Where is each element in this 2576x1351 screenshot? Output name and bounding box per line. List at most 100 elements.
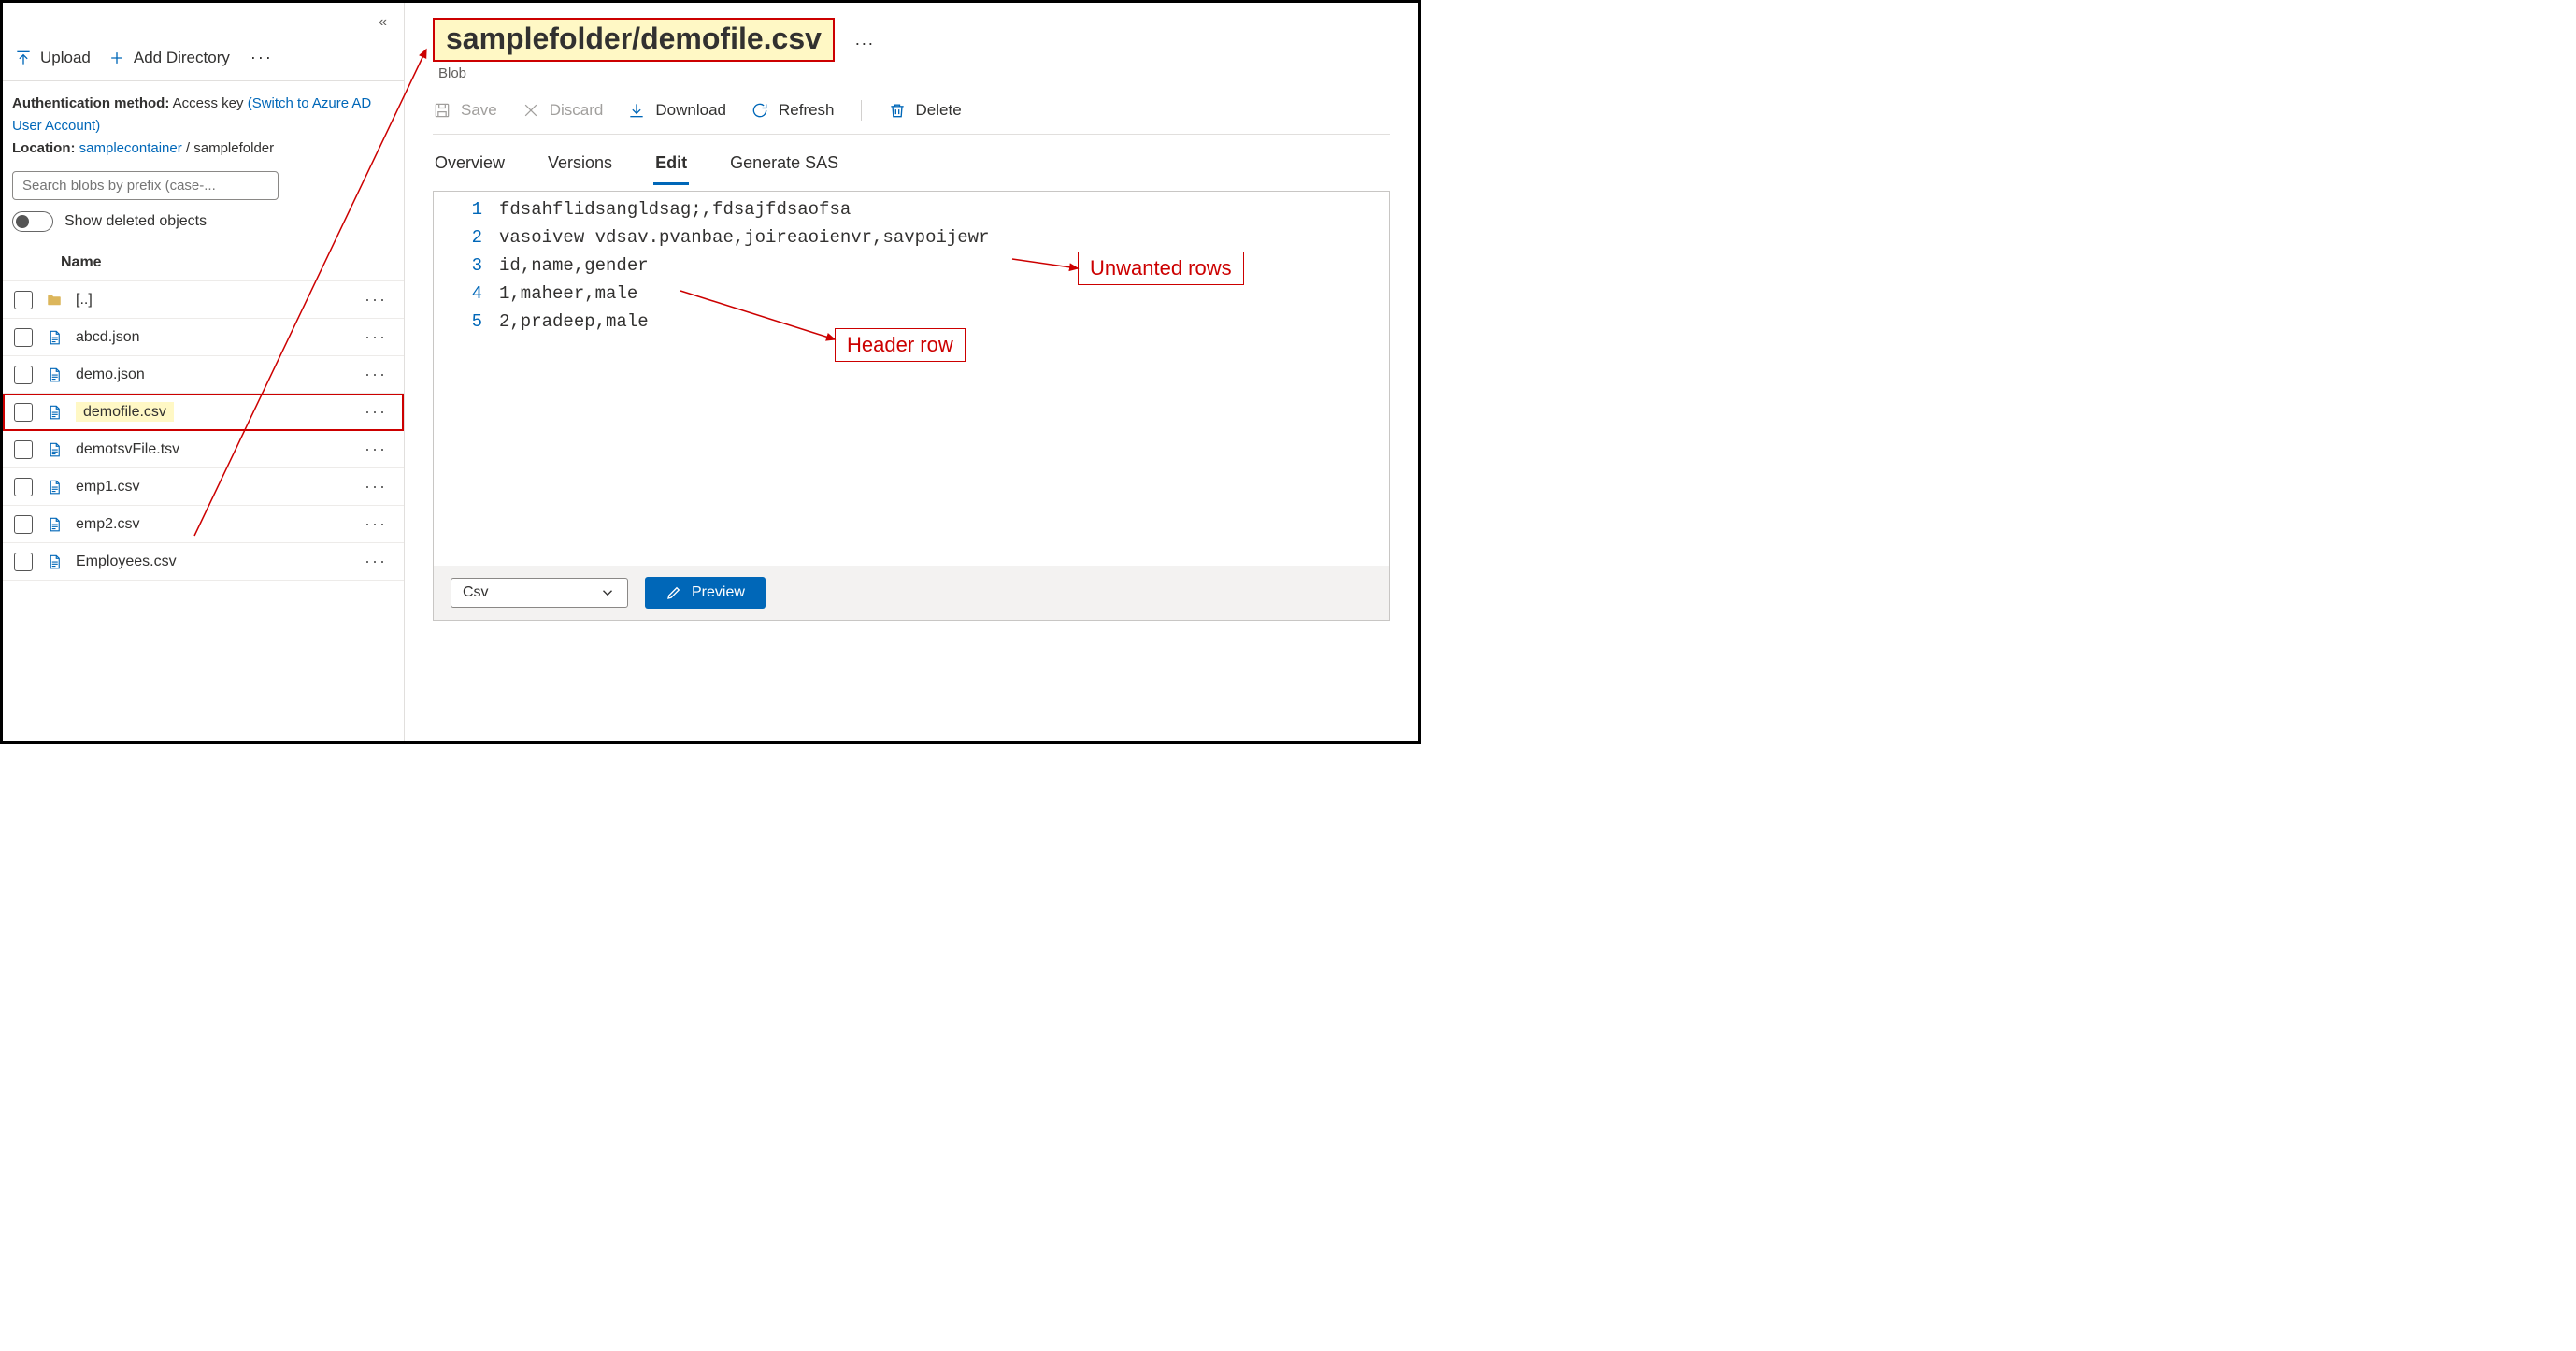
line-number: 2 bbox=[434, 223, 482, 252]
file-icon bbox=[44, 516, 64, 533]
file-list-header: Name bbox=[3, 247, 404, 281]
file-icon bbox=[44, 441, 64, 458]
row-checkbox[interactable] bbox=[14, 515, 33, 534]
code-line: id,name,gender bbox=[499, 252, 1389, 280]
search-input[interactable] bbox=[12, 171, 279, 200]
chevron-down-icon bbox=[599, 584, 616, 601]
row-checkbox[interactable] bbox=[14, 291, 33, 309]
file-row[interactable]: demo.json ··· bbox=[3, 356, 404, 394]
code-line: fdsahflidsangldsag;,fdsajfdsaofsa bbox=[499, 195, 1389, 223]
row-more-button[interactable]: ··· bbox=[359, 365, 393, 384]
editor-footer: Csv Preview bbox=[434, 566, 1389, 620]
row-more-button[interactable]: ··· bbox=[359, 327, 393, 347]
location-container-link[interactable]: samplecontainer bbox=[79, 140, 182, 156]
title-more-button[interactable]: ... bbox=[855, 30, 875, 50]
file-name: Employees.csv bbox=[76, 553, 177, 569]
delete-button[interactable]: Delete bbox=[888, 101, 962, 120]
command-bar: Save Discard Download Refresh Delete bbox=[433, 94, 1390, 135]
sidebar-toolbar: Upload Add Directory ··· bbox=[3, 40, 404, 81]
tabs: Overview Versions Edit Generate SAS bbox=[433, 135, 1390, 185]
row-more-button[interactable]: ··· bbox=[359, 514, 393, 534]
file-row[interactable]: [..]··· bbox=[3, 281, 404, 319]
code-line: vasoivew vdsav.pvanbae,joireaoienvr,savp… bbox=[499, 223, 1389, 252]
show-deleted-toggle[interactable] bbox=[12, 211, 53, 232]
row-checkbox[interactable] bbox=[14, 403, 33, 422]
folder-icon bbox=[44, 292, 64, 309]
download-icon bbox=[627, 101, 646, 120]
save-icon bbox=[433, 101, 451, 120]
file-row[interactable]: Employees.csv ··· bbox=[3, 543, 404, 581]
file-icon bbox=[44, 553, 64, 570]
save-button[interactable]: Save bbox=[433, 101, 497, 120]
upload-button[interactable]: Upload bbox=[14, 49, 91, 67]
format-select[interactable]: Csv bbox=[451, 578, 628, 608]
delete-label: Delete bbox=[916, 101, 962, 120]
row-checkbox[interactable] bbox=[14, 328, 33, 347]
file-row[interactable]: emp1.csv ··· bbox=[3, 468, 404, 506]
row-checkbox[interactable] bbox=[14, 366, 33, 384]
file-name: abcd.json bbox=[76, 329, 140, 345]
line-number: 4 bbox=[434, 280, 482, 308]
download-label: Download bbox=[655, 101, 726, 120]
upload-icon bbox=[14, 49, 33, 67]
tab-versions[interactable]: Versions bbox=[546, 150, 614, 185]
format-select-value: Csv bbox=[463, 584, 489, 601]
location-label: Location: bbox=[12, 140, 76, 156]
file-row[interactable]: demotsvFile.tsv ··· bbox=[3, 431, 404, 468]
file-name: demotsvFile.tsv bbox=[76, 441, 179, 457]
refresh-label: Refresh bbox=[779, 101, 835, 120]
editor-code[interactable]: fdsahflidsangldsag;,fdsajfdsaofsavasoive… bbox=[499, 195, 1389, 566]
location-folder: samplefolder bbox=[193, 140, 274, 156]
main-panel: samplefolder/demofile.csv ... Blob Save … bbox=[405, 3, 1418, 741]
file-row[interactable]: emp2.csv ··· bbox=[3, 506, 404, 543]
file-icon bbox=[44, 404, 64, 421]
row-more-button[interactable]: ··· bbox=[359, 552, 393, 571]
file-row[interactable]: demofile.csv ··· bbox=[3, 394, 404, 431]
add-directory-label: Add Directory bbox=[134, 49, 230, 67]
upload-label: Upload bbox=[40, 49, 91, 67]
preview-button[interactable]: Preview bbox=[645, 577, 766, 609]
col-name[interactable]: Name bbox=[61, 254, 102, 271]
command-separator bbox=[861, 100, 862, 121]
tab-overview[interactable]: Overview bbox=[433, 150, 507, 185]
add-directory-button[interactable]: Add Directory bbox=[107, 49, 230, 67]
sidebar-info: Authentication method: Access key (Switc… bbox=[3, 81, 404, 167]
code-line: 1,maheer,male bbox=[499, 280, 1389, 308]
annotation-header-row: Header row bbox=[835, 328, 966, 362]
pencil-icon bbox=[665, 584, 682, 601]
editor: 12345 fdsahflidsangldsag;,fdsajfdsaofsav… bbox=[433, 191, 1390, 621]
download-button[interactable]: Download bbox=[627, 101, 726, 120]
page-subtitle: Blob bbox=[438, 65, 1390, 81]
tab-edit[interactable]: Edit bbox=[653, 150, 689, 185]
row-checkbox[interactable] bbox=[14, 478, 33, 496]
row-more-button[interactable]: ··· bbox=[359, 439, 393, 459]
discard-button[interactable]: Discard bbox=[522, 101, 604, 120]
sidebar-more-button[interactable]: ··· bbox=[250, 48, 273, 67]
line-number: 1 bbox=[434, 195, 482, 223]
annotation-unwanted-rows: Unwanted rows bbox=[1078, 252, 1244, 285]
file-name: demofile.csv bbox=[76, 402, 174, 422]
line-number: 5 bbox=[434, 308, 482, 336]
title-annotation-box: samplefolder/demofile.csv bbox=[433, 18, 835, 62]
refresh-icon bbox=[751, 101, 769, 120]
file-icon bbox=[44, 329, 64, 346]
auth-method-label: Authentication method: bbox=[12, 95, 169, 111]
row-checkbox[interactable] bbox=[14, 440, 33, 459]
trash-icon bbox=[888, 101, 907, 120]
file-name: demo.json bbox=[76, 366, 145, 382]
refresh-button[interactable]: Refresh bbox=[751, 101, 835, 120]
row-more-button[interactable]: ··· bbox=[359, 402, 393, 422]
row-checkbox[interactable] bbox=[14, 553, 33, 571]
collapse-sidebar-icon[interactable]: « bbox=[379, 14, 387, 31]
row-more-button[interactable]: ··· bbox=[359, 477, 393, 496]
row-more-button[interactable]: ··· bbox=[359, 290, 393, 309]
page-title: samplefolder/demofile.csv bbox=[446, 22, 822, 56]
file-row[interactable]: abcd.json ··· bbox=[3, 319, 404, 356]
file-name: emp1.csv bbox=[76, 479, 139, 495]
close-icon bbox=[522, 101, 540, 120]
file-name: emp2.csv bbox=[76, 516, 139, 532]
line-number: 3 bbox=[434, 252, 482, 280]
file-icon bbox=[44, 479, 64, 496]
tab-generate-sas[interactable]: Generate SAS bbox=[728, 150, 840, 185]
plus-icon bbox=[107, 49, 126, 67]
